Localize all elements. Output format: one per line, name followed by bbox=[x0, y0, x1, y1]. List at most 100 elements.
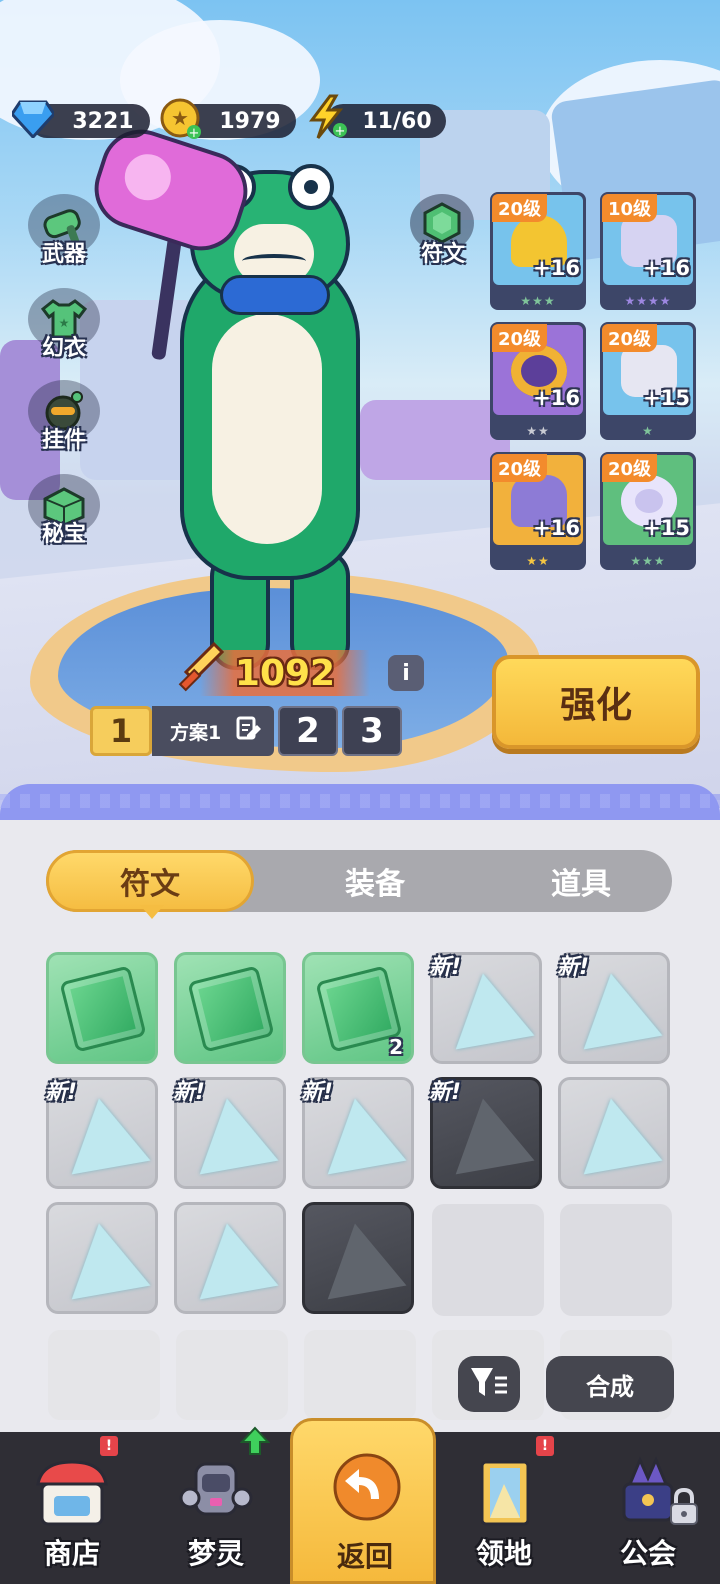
info-button[interactable]: i bbox=[388, 655, 424, 691]
equipment-level: 20级 bbox=[602, 324, 658, 352]
equipment-level: 20级 bbox=[602, 454, 658, 482]
equipment-stars: ★★★ bbox=[520, 294, 556, 308]
plan-tab-2[interactable]: 2 bbox=[278, 706, 338, 756]
new-badge: 新! bbox=[45, 1080, 78, 1105]
frog-belly bbox=[212, 314, 322, 544]
plan-name-edit[interactable]: 方案1 bbox=[152, 706, 274, 756]
rune-slot[interactable] bbox=[174, 1202, 286, 1314]
rune-slot[interactable]: 新! bbox=[429, 1077, 542, 1189]
equipment-slot-pants[interactable]: 20级 +15 ★ bbox=[600, 322, 696, 440]
equipment-plus: +16 bbox=[533, 256, 580, 280]
rune-slot[interactable] bbox=[174, 952, 286, 1064]
svg-text:+: + bbox=[189, 126, 200, 140]
equipment-slot-helmet[interactable]: 20级 +16 ★★★ bbox=[490, 192, 586, 310]
tab-rune[interactable]: 符文 bbox=[46, 850, 254, 912]
tab-equipment[interactable]: 装备 bbox=[300, 850, 450, 912]
diamond-icon bbox=[12, 98, 54, 140]
rune-slot[interactable] bbox=[46, 1202, 158, 1314]
rune-slot[interactable]: 新! bbox=[301, 1077, 414, 1189]
back-arrow-icon bbox=[327, 1449, 407, 1525]
outfit-button[interactable]: ★ 幻衣 bbox=[24, 286, 104, 372]
equipment-level: 10级 bbox=[602, 194, 658, 222]
sword-icon bbox=[178, 641, 225, 692]
empty-slot bbox=[560, 1204, 672, 1316]
merge-button[interactable]: 合成 bbox=[546, 1356, 674, 1412]
empty-slot bbox=[48, 1330, 160, 1420]
equipment-stars: ★★ bbox=[526, 554, 550, 568]
rune-button[interactable]: 符文 bbox=[406, 194, 480, 274]
svg-text:★: ★ bbox=[59, 316, 70, 330]
rune-slot[interactable]: 新! bbox=[557, 952, 670, 1064]
nav-shop-label: 商店 bbox=[43, 1537, 100, 1570]
equipment-slot-shoes[interactable]: 20级 +16 ★★ bbox=[490, 452, 586, 570]
weapon-button[interactable]: 武器 bbox=[24, 192, 104, 278]
green-rune-icon bbox=[187, 965, 275, 1053]
equipment-level: 20级 bbox=[492, 454, 548, 482]
plan-tab-3[interactable]: 3 bbox=[342, 706, 402, 756]
shop-icon bbox=[32, 1454, 112, 1530]
equipment-level: 20级 bbox=[492, 324, 548, 352]
nav-shop[interactable]: ! 商店 bbox=[0, 1432, 144, 1584]
nav-guild-label: 公会 bbox=[619, 1537, 676, 1570]
filter-icon bbox=[469, 1364, 509, 1404]
nav-territory-label: 领地 bbox=[475, 1537, 532, 1570]
equipment-level: 20级 bbox=[492, 194, 548, 222]
coin-count: 1979 bbox=[219, 108, 281, 134]
equipment-slot-bracer[interactable]: 20级 +16 ★★ bbox=[490, 322, 586, 440]
white-rune-icon bbox=[59, 1216, 151, 1300]
plan-name: 方案1 bbox=[170, 721, 222, 744]
empty-slot bbox=[176, 1330, 288, 1420]
plan-tab-1[interactable]: 1 bbox=[90, 706, 152, 756]
equipment-stars: ★★★★ bbox=[624, 294, 672, 308]
strengthen-button[interactable]: 强化 bbox=[492, 655, 700, 749]
frog-scarf bbox=[220, 275, 330, 315]
panel-wave-edge bbox=[0, 784, 720, 824]
door-icon bbox=[464, 1454, 544, 1530]
pendant-button[interactable]: 挂件 bbox=[24, 378, 104, 464]
combat-power: 1092 bbox=[200, 650, 370, 696]
new-badge: 新! bbox=[301, 1080, 334, 1105]
bottom-nav: ! 商店 梦灵 返回 ! 领地 公会 bbox=[0, 1418, 720, 1584]
tab-items[interactable]: 道具 bbox=[506, 850, 656, 912]
nav-spirit-label: 梦灵 bbox=[187, 1537, 244, 1570]
treasure-label: 秘宝 bbox=[41, 522, 86, 547]
alert-badge: ! bbox=[100, 1436, 118, 1456]
nav-guild[interactable]: 公会 bbox=[576, 1432, 720, 1584]
equipment-plus: +16 bbox=[643, 256, 690, 280]
rune-slot[interactable]: 新! bbox=[429, 952, 542, 1064]
equipment-plus: +15 bbox=[643, 386, 690, 410]
frog-mouth bbox=[242, 254, 306, 268]
filter-button[interactable] bbox=[458, 1356, 520, 1412]
outfit-label: 幻衣 bbox=[41, 336, 86, 361]
rune-slot[interactable] bbox=[302, 1202, 414, 1314]
new-badge: 新! bbox=[429, 955, 462, 980]
equipment-slot-accessory[interactable]: 20级 +15 ★★★ bbox=[600, 452, 696, 570]
active-tab-pointer bbox=[140, 905, 164, 919]
rune-slot[interactable]: 新! bbox=[173, 1077, 286, 1189]
robot-icon bbox=[176, 1454, 256, 1530]
coin-icon: ★ + bbox=[160, 98, 202, 140]
equipment-plus: +15 bbox=[643, 516, 690, 540]
nav-spirit[interactable]: 梦灵 bbox=[144, 1426, 288, 1584]
treasure-button[interactable]: 秘宝 bbox=[24, 472, 104, 558]
empty-slot bbox=[304, 1330, 416, 1420]
equipment-plus: +16 bbox=[533, 386, 580, 410]
new-badge: 新! bbox=[173, 1080, 206, 1105]
rune-slot[interactable] bbox=[558, 1077, 670, 1189]
nav-territory[interactable]: ! 领地 bbox=[432, 1432, 576, 1584]
upgrade-arrow-icon bbox=[239, 1426, 271, 1460]
svg-text:★: ★ bbox=[171, 106, 189, 130]
white-rune-icon bbox=[571, 1091, 663, 1175]
inventory-tabs: 符文 装备 道具 bbox=[46, 850, 672, 912]
nav-back[interactable]: 返回 bbox=[290, 1418, 436, 1584]
new-badge: 新! bbox=[557, 955, 590, 980]
rune-slot[interactable]: 2 bbox=[302, 952, 414, 1064]
equipment-slot-armor[interactable]: 10级 +16 ★★★★ bbox=[600, 192, 696, 310]
energy-count: 11/60 bbox=[362, 108, 432, 134]
green-rune-icon bbox=[59, 965, 147, 1053]
weapon-label: 武器 bbox=[41, 242, 86, 267]
rune-slot[interactable]: 新! bbox=[45, 1077, 158, 1189]
alert-badge: ! bbox=[536, 1436, 554, 1456]
rune-slot[interactable] bbox=[46, 952, 158, 1064]
lock-icon bbox=[668, 1487, 700, 1530]
